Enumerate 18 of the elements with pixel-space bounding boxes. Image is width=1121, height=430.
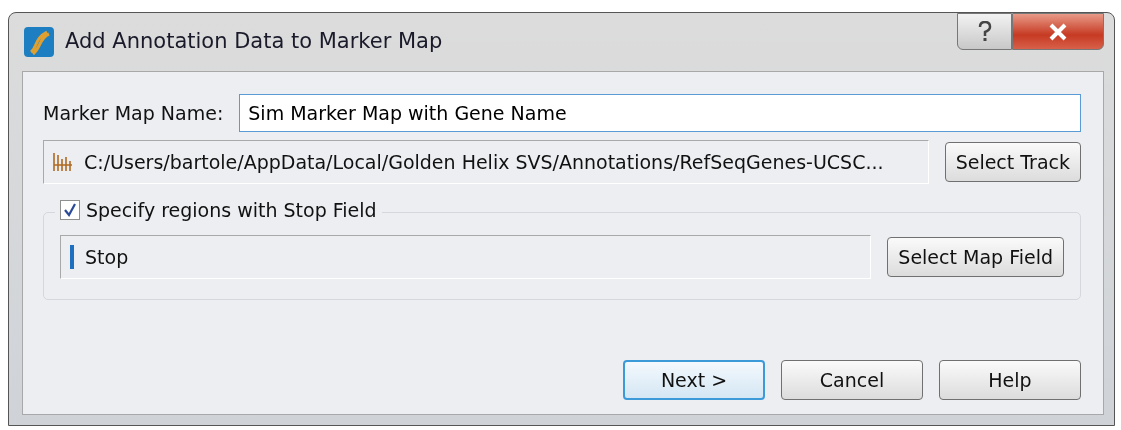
track-path: C:/Users/bartole/AppData/Local/Golden Helix SVS/Annotations/RefSeqGenes-UCSC... bbox=[84, 149, 884, 175]
dialog-button[interactable]: Cancel bbox=[781, 360, 923, 400]
help-button[interactable] bbox=[957, 13, 1012, 50]
field-name: Stop bbox=[85, 244, 129, 270]
name-input-field[interactable]: Sim Marker Map with Gene Name bbox=[239, 94, 1081, 132]
track-icon bbox=[52, 151, 74, 173]
window-title: Add Annotation Data to Marker Map bbox=[65, 28, 443, 56]
close-icon bbox=[1048, 22, 1068, 41]
field-label: Marker Map Name: bbox=[43, 100, 224, 126]
dialog-button[interactable]: Help bbox=[939, 360, 1081, 400]
dialog-button[interactable]: Next > bbox=[623, 360, 765, 400]
close-button[interactable] bbox=[1012, 13, 1104, 50]
question-icon bbox=[977, 20, 992, 43]
select-track-button[interactable]: Select Track bbox=[944, 142, 1081, 182]
checkbox-label[interactable]: Specify regions with Stop Field bbox=[86, 196, 377, 225]
select-map-field-button[interactable]: Select Map Field bbox=[887, 237, 1064, 277]
field-icon bbox=[69, 245, 75, 269]
checkbox[interactable] bbox=[60, 200, 80, 221]
